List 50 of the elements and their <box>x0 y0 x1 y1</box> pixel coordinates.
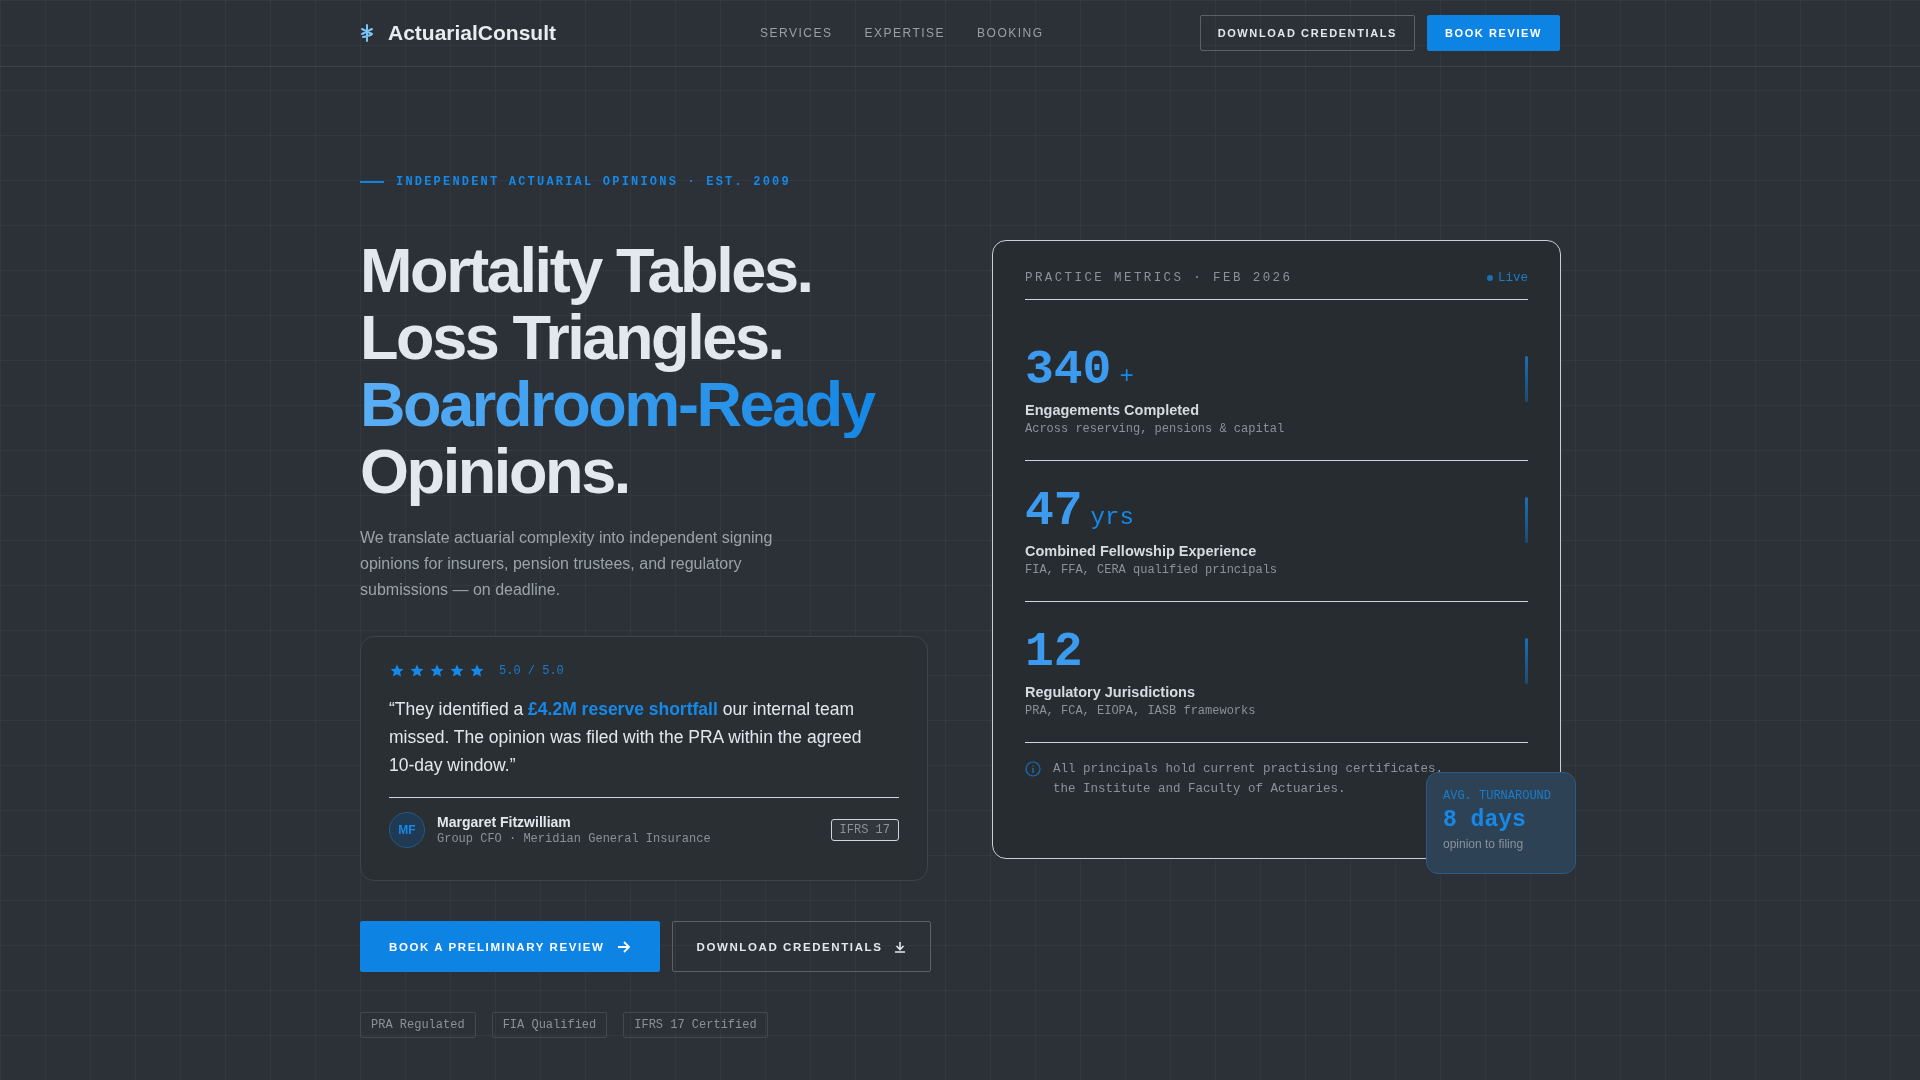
turnaround-value: 8 days <box>1443 807 1527 833</box>
metric-unit: + <box>1119 363 1134 390</box>
nav-link[interactable]: BOOKING <box>977 26 1044 40</box>
headline: Mortality Tables. Loss Triangles. Boardroom-Ready Opinions. <box>360 237 928 505</box>
metric-detail: PRA, FCA, EIOPA, IASB frameworks <box>1025 704 1256 718</box>
credential-badge: IFRS 17 Certified <box>623 1012 768 1038</box>
primary-button[interactable]: BOOK A PRELIMINARY REVIEW <box>360 921 660 972</box>
metric-label: Engagements Completed <box>1025 402 1201 418</box>
tag: IFRS 17 <box>830 819 899 841</box>
metric-detail: Across reserving, pensions & capital <box>1025 422 1285 436</box>
accent-bar <box>1525 638 1528 684</box>
star-icon <box>449 663 465 679</box>
eyebrow-text: INDEPENDENT ACTUARIAL OPINIONS · EST. 2009 <box>396 175 791 189</box>
metric-label: Combined Fellowship Experience <box>1025 543 1258 559</box>
lead-paragraph: We translate actuarial complexity into independent signing opinions for insurers, pension trustees, and regulatory submissions — on deadline. <box>360 528 774 600</box>
card-title: PRACTICE METRICS · FEB 2026 <box>1025 271 1293 285</box>
star-icon <box>409 663 425 679</box>
status-dot <box>1487 275 1493 281</box>
metric-value: 47 <box>1025 485 1083 537</box>
nav-link[interactable]: EXPERTISE <box>864 26 946 40</box>
metric-unit: yrs <box>1090 504 1134 531</box>
turnaround-caption: opinion to filing <box>1443 837 1525 851</box>
star-icon <box>469 663 485 679</box>
metric-value: 12 <box>1025 626 1083 678</box>
rating-text: 5.0 / 5.0 <box>499 664 564 678</box>
arrow-right-icon <box>616 940 631 953</box>
testimonial-quote: “They identified a £4.2M reserve shortfall our internal team missed. The opinion was filed with the PRA within the agreed 10-day window.” <box>389 698 863 777</box>
primary-button[interactable]: BOOK REVIEW <box>1426 15 1560 51</box>
author-role: Group CFO · Meridian General Insurance <box>437 832 712 846</box>
star-icon <box>389 663 405 679</box>
metric-value: 340 <box>1025 344 1112 396</box>
avatar: MF <box>389 812 425 848</box>
star-icon <box>429 663 445 679</box>
credential-badge: FIA Qualified <box>491 1012 608 1038</box>
info-icon <box>1025 761 1041 777</box>
turnaround-label: AVG. TURNAROUND <box>1443 789 1553 803</box>
metric-detail: FIA, FFA, CERA qualified principals <box>1025 563 1278 577</box>
author-name: Margaret Fitzwilliam <box>437 814 572 830</box>
note-text: All principals hold current practising certificates. the Institute and Faculty of Actuaries. <box>1053 761 1444 796</box>
download-icon <box>894 940 907 953</box>
status-label: Live <box>1498 271 1528 285</box>
nav-link[interactable]: SERVICES <box>760 26 833 40</box>
credential-badge: PRA Regulated <box>360 1012 476 1038</box>
outline-button[interactable]: DOWNLOAD CREDENTIALS <box>1199 15 1415 51</box>
accent-bar <box>1525 356 1528 402</box>
accent-bar <box>1525 497 1528 543</box>
outline-button[interactable]: DOWNLOAD CREDENTIALS <box>671 921 932 972</box>
brand-name[interactable]: ActuarialConsult <box>388 21 557 45</box>
metric-label: Regulatory Jurisdictions <box>1025 684 1196 700</box>
logo-icon <box>360 24 374 42</box>
